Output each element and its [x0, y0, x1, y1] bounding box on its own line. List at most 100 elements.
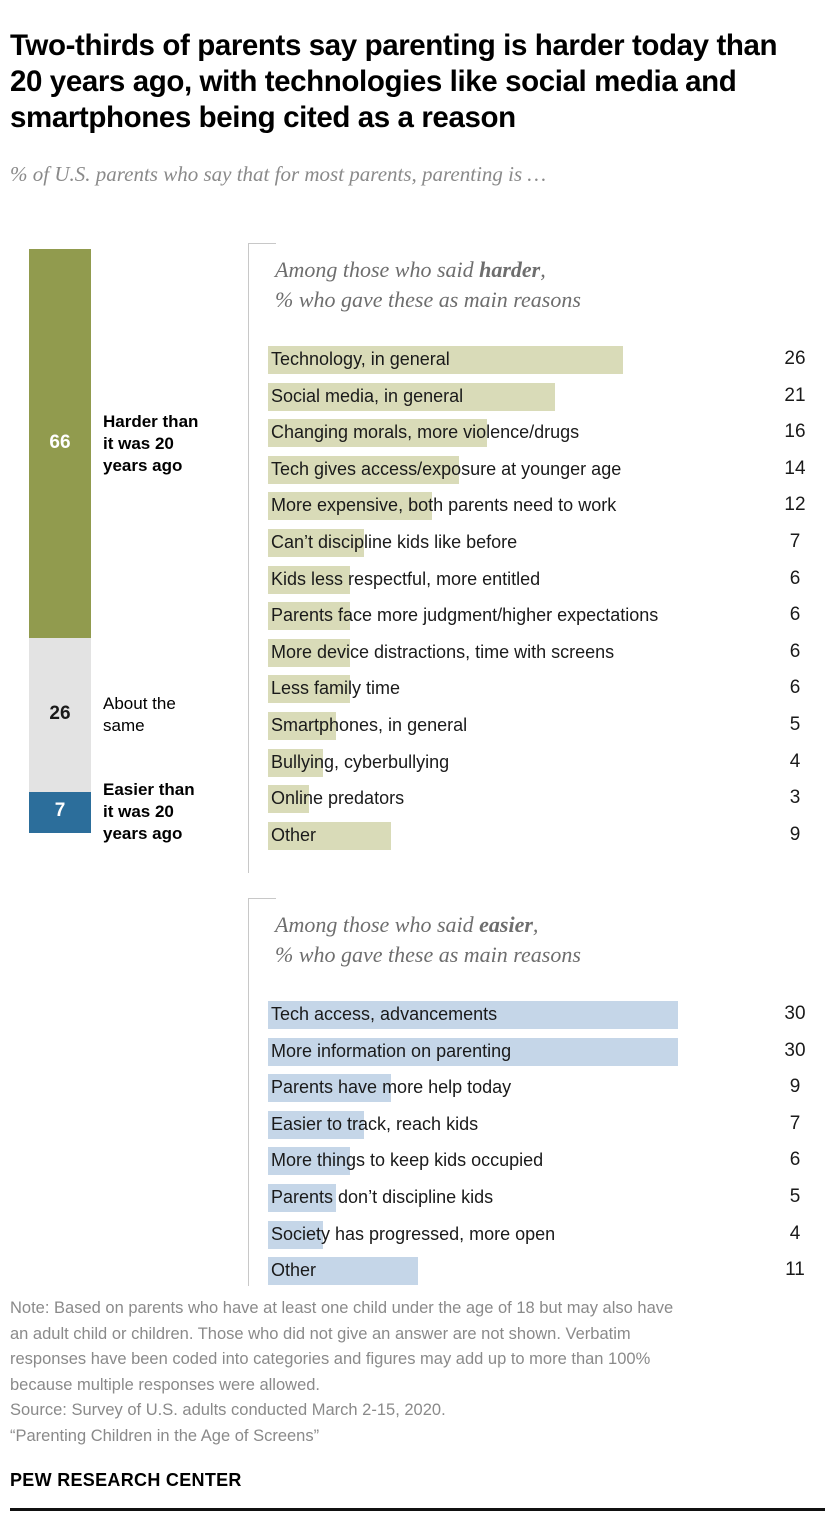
harder-reasons-panel: Among those who said harder, % who gave …	[248, 243, 840, 873]
reason-label: More information on parenting	[271, 1040, 512, 1061]
reason-value: 5	[789, 1185, 801, 1207]
page-title: Two-thirds of parents say parenting is h…	[10, 29, 778, 134]
stack-segment-harder-value: 66	[49, 431, 71, 453]
reason-row: Bullying, cyberbullying 4	[268, 747, 840, 784]
reason-label: Parents face more judgment/higher expect…	[271, 605, 659, 626]
reason-label: Other	[271, 1260, 317, 1281]
source-line: Source: Survey of U.S. adults conducted …	[10, 1401, 446, 1419]
reason-value: 6	[789, 567, 801, 589]
reason-label: More device distractions, time with scre…	[271, 641, 615, 662]
reason-value: 5	[789, 713, 801, 735]
label-line: Easier than	[103, 780, 195, 800]
reason-label: More things to keep kids occupied	[271, 1150, 544, 1171]
easier-heading-pre: Among those who said	[275, 912, 480, 937]
reason-row: Can’t discipline kids like before 7	[268, 527, 840, 564]
reason-label: Technology, in general	[271, 349, 450, 369]
reason-row: More information on parenting 30	[268, 1036, 840, 1073]
reason-value: 6	[789, 1149, 801, 1171]
reason-label: Changing morals, more violence/drugs	[271, 422, 580, 443]
reason-row: Less family time 6	[268, 673, 840, 710]
reason-label: Bullying, cyberbullying	[271, 751, 450, 772]
note-line-2: an adult child or children. Those who di…	[10, 1324, 631, 1343]
reason-value: 3	[789, 787, 801, 809]
page-subtitle: % of U.S. parents who say that for most …	[10, 162, 547, 186]
reason-label: Can’t discipline kids like before	[271, 531, 518, 552]
harder-heading-bold: harder	[479, 257, 541, 282]
label-line: years ago	[103, 824, 183, 844]
reason-row: Kids less respectful, more entitled 6	[268, 564, 840, 601]
reason-label: Less family time	[271, 678, 401, 699]
reason-label: Online predators	[271, 788, 405, 809]
reason-row: Technology, in general 26	[268, 344, 840, 381]
reason-value: 7	[789, 1112, 801, 1134]
reason-value: 6	[789, 640, 801, 662]
stack-segment-easier: 7	[29, 791, 91, 833]
label-line: it was 20	[103, 802, 174, 822]
easier-heading-bold: easier	[479, 912, 533, 937]
label-line: years ago	[103, 455, 183, 475]
reason-label: Smartphones, in general	[271, 714, 468, 735]
stacked-bar-chart: 66 26 7	[29, 249, 91, 833]
reason-label: Tech access, advancements	[271, 1004, 498, 1024]
reason-row: Parents face more judgment/higher expect…	[268, 600, 840, 637]
label-line: Harder than	[103, 411, 199, 431]
panel-left-rule	[248, 898, 249, 1286]
easier-reasons-panel: Among those who said easier, % who gave …	[248, 898, 840, 1286]
reason-value: 30	[784, 1039, 806, 1061]
reason-value: 12	[784, 494, 806, 516]
reason-value: 9	[789, 823, 801, 845]
reason-row: Changing morals, more violence/drugs 16	[268, 417, 840, 454]
reason-row: Parents don’t discipline kids 5	[268, 1182, 840, 1219]
reason-value: 4	[789, 1222, 801, 1244]
note-line-1: Note: Based on parents who have at least…	[10, 1299, 674, 1317]
reason-row: More expensive, both parents need to wor…	[268, 490, 840, 527]
reason-row: More things to keep kids occupied 6	[268, 1145, 840, 1182]
reason-row: Smartphones, in general 5	[268, 710, 840, 747]
reason-label: Parents have more help today	[271, 1077, 512, 1098]
harder-reason-rows: Technology, in general 26 Social media, in…	[268, 344, 840, 856]
reason-value: 26	[784, 348, 806, 369]
harder-panel-heading: Among those who said harder, % who gave …	[275, 255, 795, 315]
easier-heading-line2: % who gave these as main reasons	[275, 942, 581, 967]
report-title: “Parenting Children in the Age of Screen…	[10, 1426, 320, 1445]
reason-label: Social media, in general	[271, 385, 464, 406]
reason-value: 11	[785, 1259, 805, 1281]
reason-row: Online predators 3	[268, 783, 840, 820]
harder-heading-pre: Among those who said	[275, 257, 480, 282]
note-line-3: responses have been coded into categorie…	[10, 1350, 651, 1368]
stack-segment-easier-value: 7	[54, 800, 66, 822]
easier-panel-heading: Among those who said easier, % who gave …	[275, 910, 795, 970]
stack-segment-same: 26	[29, 638, 91, 792]
stack-label-easier: Easier than it was 20 years ago	[103, 779, 228, 845]
reason-row: Parents have more help today 9	[268, 1072, 840, 1109]
reason-value: 7	[789, 530, 801, 552]
reason-value: 6	[789, 677, 801, 699]
stack-label-harder: Harder than it was 20 years ago	[103, 411, 228, 477]
stack-segment-same-value: 26	[49, 703, 71, 724]
reason-label: Parents don’t discipline kids	[271, 1186, 494, 1207]
stack-label-same: About the same	[103, 693, 228, 737]
label-line: About the	[103, 694, 176, 714]
reason-label: Kids less respectful, more entitled	[271, 568, 541, 589]
reason-value: 6	[789, 604, 801, 626]
note-line-4: because multiple responses were allowed.	[10, 1375, 321, 1394]
harder-heading-line2: % who gave these as main reasons	[275, 287, 581, 312]
reason-label: Easier to track, reach kids	[271, 1113, 479, 1134]
reason-label: More expensive, both parents need to wor…	[271, 495, 617, 516]
reason-value: 14	[784, 457, 806, 479]
easier-reason-rows: Tech access, advancements 30 More informat…	[268, 999, 840, 1292]
reason-row: Society has progressed, more open 4	[268, 1219, 840, 1256]
label-line: same	[103, 716, 145, 736]
reason-label: Other	[271, 824, 317, 845]
reason-label: Society has progressed, more open	[271, 1223, 556, 1244]
pew-research-center-label: PEW RESEARCH CENTER	[10, 1470, 242, 1490]
reason-row: Tech gives access/exposure at younger ag…	[268, 454, 840, 491]
reason-row: Easier to track, reach kids 7	[268, 1109, 840, 1146]
panel-top-rule	[248, 898, 276, 899]
reason-row: More device distractions, time with scre…	[268, 637, 840, 674]
label-line: it was 20	[103, 433, 174, 453]
reason-value: 21	[784, 384, 806, 406]
reason-row: Social media, in general 21	[268, 381, 840, 418]
reason-row: Tech access, advancements 30	[268, 999, 840, 1036]
reason-value: 9	[789, 1076, 801, 1098]
